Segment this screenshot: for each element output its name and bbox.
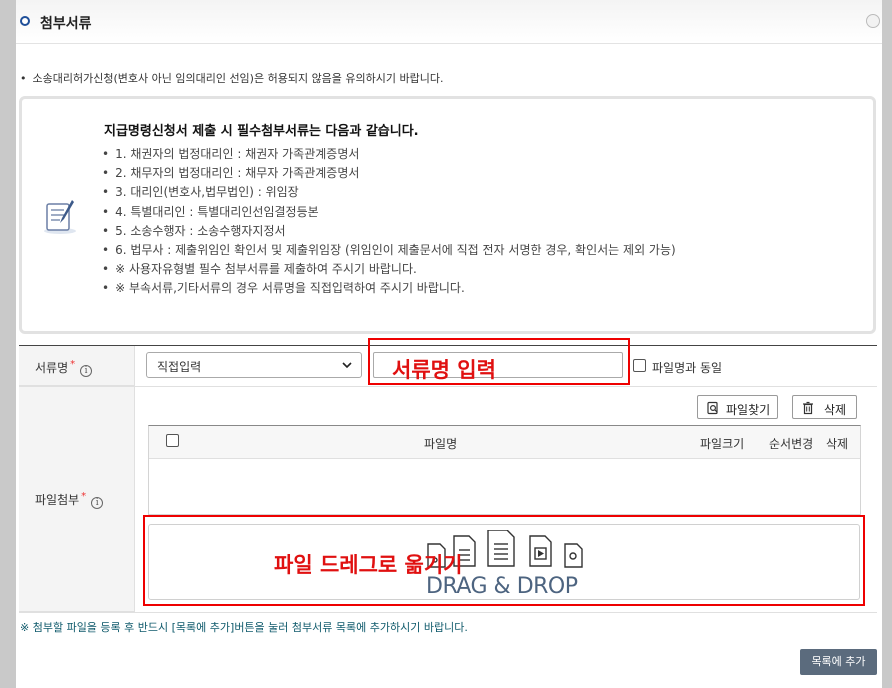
notice-text: • 소송대리허가신청(변호사 아닌 임의대리인 선임)은 허용되지 않음을 유의하… <box>20 72 444 85</box>
row-divider <box>19 612 877 613</box>
info-icon[interactable]: i <box>80 365 93 377</box>
add-to-list-button[interactable]: 목록에 추가 <box>800 649 877 675</box>
info-icon[interactable]: i <box>91 497 104 509</box>
infobox-title: 지급명령신청서 제출 시 필수첨부서류는 다음과 같습니다. <box>104 124 419 139</box>
list-item: • 4. 특별대리인 : 특별대리인선임결정등본 <box>102 204 319 219</box>
same-as-filename-label: 파일명과 동일 <box>652 361 723 375</box>
required-mark: * <box>70 359 76 370</box>
required-mark: * <box>81 491 87 502</box>
file-attach-label-cell: 파일첨부 * i <box>19 387 135 612</box>
file-attach-label: 파일첨부 <box>35 493 80 507</box>
doc-name-label: 서류명 <box>35 361 69 375</box>
section-title: 첨부서류 <box>40 16 92 32</box>
collapse-icon[interactable] <box>866 14 880 28</box>
folder-search-icon <box>707 401 718 415</box>
circle-bullet-icon <box>20 16 30 26</box>
list-item: • ※ 사용자유형별 필수 첨부서류를 제출하여 주시기 바랍니다. <box>102 262 417 277</box>
file-table: 파일명 파일크기 순서변경 삭제 <box>148 425 861 515</box>
list-item: • 6. 법무사 : 제출위임인 확인서 및 제출위임장 (위임인이 제출문서에 … <box>102 242 676 257</box>
chevron-down-icon <box>342 362 352 369</box>
list-item: • 3. 대리인(변호사,법무법인) : 위임장 <box>102 185 299 200</box>
list-item: • 5. 소송수행자 : 소송수행자지정서 <box>102 223 286 238</box>
bullet-icon: • <box>20 72 27 85</box>
col-order: 순서변경 <box>769 437 814 451</box>
section-header: 첨부서류 <box>16 0 882 44</box>
file-table-header: 파일명 파일크기 순서변경 삭제 <box>149 426 860 459</box>
document-pen-icon <box>44 200 76 234</box>
annotation-drag-files: 파일 드레그로 옮기기 <box>274 553 463 577</box>
annotation-doc-name-input: 서류명 입력 <box>392 358 496 382</box>
list-item: • ※ 부속서류,기타서류의 경우 서류명을 직접입력하여 주시기 바랍니다. <box>102 281 465 296</box>
doc-name-label-cell: 서류명 * i <box>19 346 135 386</box>
required-docs-list: • 1. 채권자의 법정대리인 : 채권자 가족관계증명서 • 2. 채무자의 법정… <box>102 145 676 299</box>
col-delete: 삭제 <box>826 437 849 451</box>
delete-button[interactable]: 삭제 <box>792 395 857 419</box>
doc-type-select-value: 직접입력 <box>157 360 202 374</box>
select-all-checkbox[interactable] <box>166 434 179 447</box>
list-item: • 2. 채무자의 법정대리인 : 채무자 가족관계증명서 <box>102 166 360 181</box>
col-filename: 파일명 <box>424 437 458 451</box>
required-docs-infobox: 지급명령신청서 제출 시 필수첨부서류는 다음과 같습니다. • 1. 채권자의 … <box>19 96 876 334</box>
row-divider <box>19 386 877 387</box>
trash-icon <box>803 401 813 415</box>
annotation-box-drop-zone <box>143 515 865 606</box>
attachment-panel: 첨부서류 • 소송대리허가신청(변호사 아닌 임의대리인 선임)은 허용되지 않음… <box>16 0 882 688</box>
col-filesize: 파일크기 <box>700 437 745 451</box>
find-file-button[interactable]: 파일찾기 <box>697 395 778 419</box>
doc-type-select[interactable]: 직접입력 <box>146 352 362 378</box>
add-to-list-notice: ※ 첨부할 파일을 등록 후 반드시 [목록에 추가]버튼을 눌러 첨부서류 목… <box>20 621 468 634</box>
same-as-filename-checkbox[interactable] <box>633 359 646 372</box>
list-item: • 1. 채권자의 법정대리인 : 채권자 가족관계증명서 <box>102 147 360 161</box>
